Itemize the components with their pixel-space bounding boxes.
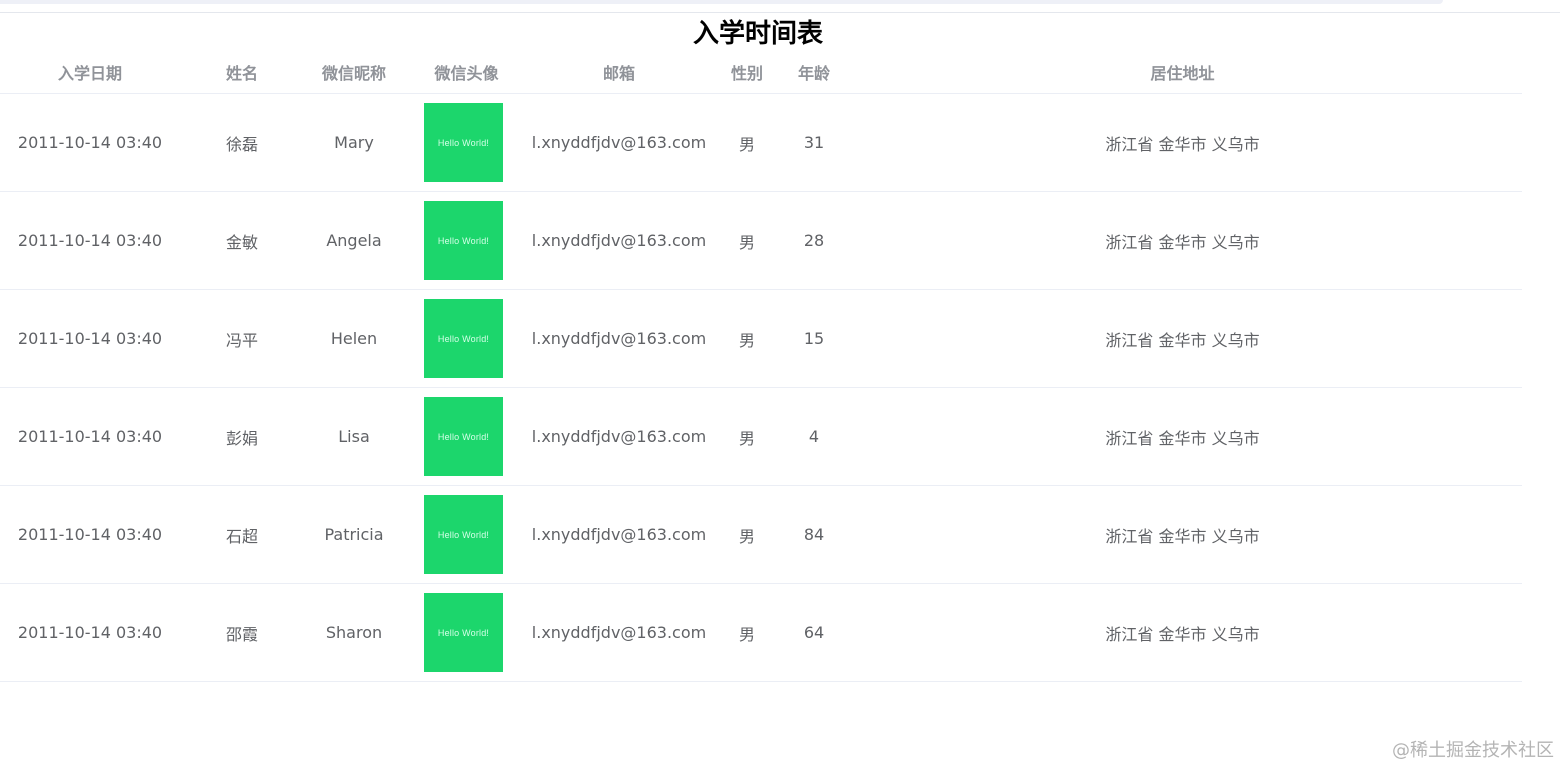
column-header-date[interactable]: 入学日期 [0, 60, 180, 84]
cell-nickname: Patricia [324, 525, 384, 544]
table-header: 入学日期 姓名 微信昵称 微信头像 邮箱 性别 年龄 居住地址 [0, 50, 1522, 94]
top-divider [0, 12, 1560, 13]
table-row[interactable]: 2011-10-14 03:40 邵霞 Sharon Hello World! … [0, 584, 1522, 682]
table-row[interactable]: 2011-10-14 03:40 冯平 Helen Hello World! l… [0, 290, 1522, 388]
cell-age: 15 [803, 329, 825, 348]
cell-date: 2011-10-14 03:40 [17, 525, 163, 544]
column-header-address[interactable]: 居住地址 [843, 60, 1522, 84]
avatar-caption: Hello World! [437, 431, 490, 442]
cell-name: 金敏 [225, 232, 258, 252]
cell-gender: 男 [738, 428, 755, 448]
column-header-age[interactable]: 年龄 [785, 60, 843, 84]
cell-gender: 男 [738, 134, 755, 154]
cell-nickname: Angela [326, 231, 382, 250]
cell-address: 浙江省 金华市 义乌市 [1105, 624, 1260, 644]
cell-name: 邵霞 [225, 624, 258, 644]
cell-date: 2011-10-14 03:40 [17, 427, 163, 446]
avatar-image[interactable]: Hello World! [424, 201, 503, 280]
cell-address: 浙江省 金华市 义乌市 [1105, 428, 1260, 448]
table-row[interactable]: 2011-10-14 03:40 徐磊 Mary Hello World! l.… [0, 94, 1522, 192]
cell-avatar: Hello World! [404, 495, 529, 574]
cell-name: 石超 [225, 526, 258, 546]
cell-age: 28 [803, 231, 825, 250]
avatar-image[interactable]: Hello World! [424, 397, 503, 476]
cell-gender: 男 [738, 232, 755, 252]
cell-nickname: Sharon [325, 623, 383, 642]
cell-address: 浙江省 金华市 义乌市 [1105, 134, 1260, 154]
cell-email: l.xnyddfjdv@163.com [531, 231, 707, 250]
cell-avatar: Hello World! [404, 397, 529, 476]
cell-date: 2011-10-14 03:40 [17, 231, 163, 250]
column-header-name[interactable]: 姓名 [180, 60, 304, 84]
cell-email: l.xnyddfjdv@163.com [531, 623, 707, 642]
column-header-email[interactable]: 邮箱 [529, 60, 709, 84]
enrollment-table: 入学日期 姓名 微信昵称 微信头像 邮箱 性别 年龄 居住地址 2011-10-… [0, 50, 1522, 682]
top-bar-remnant [0, 0, 1443, 4]
avatar-image[interactable]: Hello World! [424, 593, 503, 672]
cell-address: 浙江省 金华市 义乌市 [1105, 526, 1260, 546]
cell-gender: 男 [738, 526, 755, 546]
column-header-gender[interactable]: 性别 [709, 60, 785, 84]
cell-address: 浙江省 金华市 义乌市 [1105, 330, 1260, 350]
cell-age: 84 [803, 525, 825, 544]
cell-date: 2011-10-14 03:40 [17, 623, 163, 642]
cell-date: 2011-10-14 03:40 [17, 329, 163, 348]
cell-gender: 男 [738, 624, 755, 644]
cell-avatar: Hello World! [404, 299, 529, 378]
page: 入学时间表 入学日期 姓名 微信昵称 微信头像 邮箱 性别 年龄 居住地址 20… [0, 0, 1560, 768]
cell-email: l.xnyddfjdv@163.com [531, 427, 707, 446]
cell-address: 浙江省 金华市 义乌市 [1105, 232, 1260, 252]
cell-age: 64 [803, 623, 825, 642]
table-row[interactable]: 2011-10-14 03:40 金敏 Angela Hello World! … [0, 192, 1522, 290]
avatar-image[interactable]: Hello World! [424, 299, 503, 378]
cell-avatar: Hello World! [404, 103, 529, 182]
cell-name: 徐磊 [225, 134, 258, 154]
cell-email: l.xnyddfjdv@163.com [531, 329, 707, 348]
cell-email: l.xnyddfjdv@163.com [531, 525, 707, 544]
avatar-caption: Hello World! [437, 235, 490, 246]
cell-date: 2011-10-14 03:40 [17, 133, 163, 152]
page-title: 入学时间表 [692, 19, 823, 49]
watermark: @稀土掘金技术社区 [1392, 740, 1554, 761]
avatar-caption: Hello World! [437, 529, 490, 540]
avatar-image[interactable]: Hello World! [424, 103, 503, 182]
cell-age: 4 [808, 427, 820, 446]
table-row[interactable]: 2011-10-14 03:40 石超 Patricia Hello World… [0, 486, 1522, 584]
column-header-nickname[interactable]: 微信昵称 [304, 60, 404, 84]
avatar-caption: Hello World! [437, 627, 490, 638]
cell-nickname: Lisa [338, 427, 370, 446]
cell-name: 彭娟 [225, 428, 258, 448]
cell-avatar: Hello World! [404, 201, 529, 280]
cell-gender: 男 [738, 330, 755, 350]
cell-name: 冯平 [225, 330, 258, 350]
cell-nickname: Mary [334, 133, 374, 152]
cell-nickname: Helen [330, 329, 378, 348]
avatar-caption: Hello World! [437, 333, 490, 344]
avatar-caption: Hello World! [437, 137, 490, 148]
table-row[interactable]: 2011-10-14 03:40 彭娟 Lisa Hello World! l.… [0, 388, 1522, 486]
column-header-avatar[interactable]: 微信头像 [404, 60, 529, 84]
cell-avatar: Hello World! [404, 593, 529, 672]
avatar-image[interactable]: Hello World! [424, 495, 503, 574]
cell-email: l.xnyddfjdv@163.com [531, 133, 707, 152]
cell-age: 31 [803, 133, 825, 152]
